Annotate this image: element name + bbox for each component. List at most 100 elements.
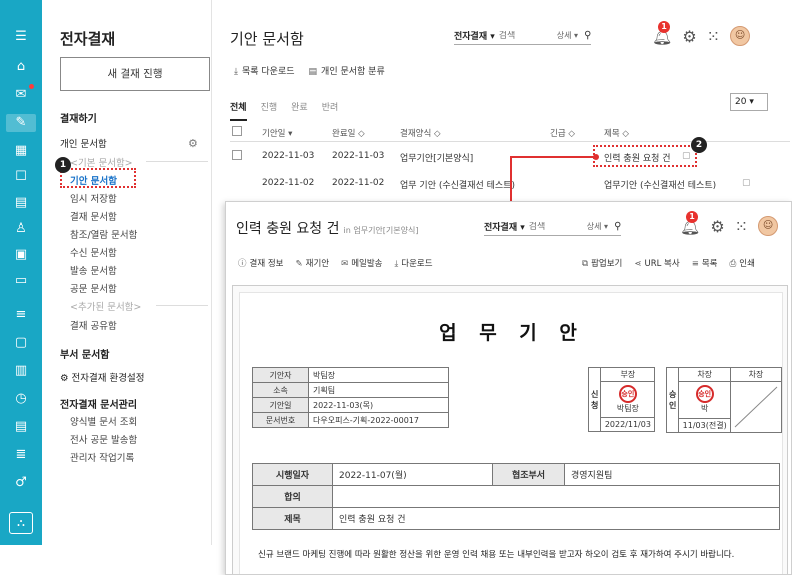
col-draft-date[interactable]: 기안일 ▾ — [262, 127, 292, 139]
row-draft-date: 2022-11-02 — [262, 178, 315, 188]
approval-icon[interactable]: ✎ — [6, 114, 36, 132]
tab-done[interactable]: 완료 — [291, 100, 308, 121]
print-icon: ⎙ — [729, 259, 737, 269]
exec-date-value: 2022-11-07(월) — [332, 463, 493, 486]
row-form: 업무기안[기본양식] — [400, 154, 474, 164]
sidebar-item-received-box[interactable]: 수신 문서함 — [70, 245, 117, 259]
calendar-small-icon[interactable]: ☐ — [11, 168, 31, 186]
classify-button[interactable]: ▤ 개인 문서함 분류 — [309, 64, 385, 77]
coop-dept-label: 협조부서 — [492, 463, 565, 486]
sidebar-item-form-search[interactable]: 양식별 문서 조회 — [70, 414, 137, 428]
col-urgent[interactable]: 긴급 ◇ — [550, 127, 575, 139]
doc-heading: 업 무 기 안 — [439, 322, 585, 344]
bell-icon[interactable]: 🔔︎ 1 — [652, 20, 672, 46]
group-added-label: <추가된 문서함> — [70, 302, 142, 313]
sidebar-item-official-box[interactable]: 공문 문서함 — [70, 281, 117, 295]
tab-all[interactable]: 전체 — [230, 100, 247, 121]
approve-role: 차장 — [730, 367, 782, 382]
contact-icon[interactable]: ♙ — [11, 220, 31, 238]
col-subject[interactable]: 제목 ◇ — [604, 127, 629, 139]
mail-icon: ✉ — [341, 259, 349, 269]
sidebar-item-reference-box[interactable]: 참조/열람 문서함 — [70, 227, 137, 241]
sidebar-item-temp-save[interactable]: 임시 저장함 — [70, 191, 117, 205]
select-all-checkbox[interactable] — [232, 126, 242, 136]
search-type-select[interactable]: 전자결재 ▾ — [484, 220, 529, 233]
approve-date: 11/03(전결) — [678, 417, 731, 434]
section-admin[interactable]: 전자결재 문서관리 — [60, 396, 137, 411]
sidebar-item-shared-box[interactable]: 결재 공유함 — [70, 318, 117, 332]
schedule-icon[interactable]: ▣ — [11, 246, 31, 264]
search-icon[interactable]: ⚲ — [584, 30, 591, 41]
share-icon: ⋖ — [634, 259, 642, 269]
report-icon[interactable]: ▥ — [11, 362, 31, 380]
col-done-date[interactable]: 완료일 ◇ — [332, 127, 365, 139]
print-button[interactable]: ⎙ 인쇄 — [729, 257, 754, 269]
copy-url-button[interactable]: ⋖ URL 복사 — [634, 257, 679, 269]
avatar[interactable]: ☺ — [730, 26, 751, 46]
subject-label: 제목 — [252, 507, 333, 530]
apply-name: 박팀장 — [616, 404, 639, 413]
approval-info-button[interactable]: ⓘ 결재 정보 — [238, 257, 284, 269]
preview-icon[interactable]: ▢ — [742, 178, 751, 188]
gear-icon[interactable]: ⚙ — [710, 217, 724, 236]
approve-stamp-table: 승 인 차장 차장 승인 박 11/03(전결) — [665, 367, 782, 434]
chat-icon[interactable]: ▢ — [11, 334, 31, 352]
send-mail-button[interactable]: ✉ 메일발송 — [341, 257, 382, 269]
empty-slot — [730, 381, 782, 433]
new-approval-button[interactable]: 새 결재 진행 — [60, 57, 210, 91]
section-personal[interactable]: 개인 문서함 — [60, 136, 107, 150]
board-icon[interactable]: ▦ — [11, 142, 31, 160]
approve-side-label: 승 인 — [665, 367, 680, 433]
download-list-button[interactable]: ⤓ 목록 다운로드 — [234, 64, 295, 77]
row-subject-link[interactable]: 업무기안 (수신결재선 테스트) — [604, 178, 716, 191]
redraft-button[interactable]: ✎ 재기안 — [296, 257, 330, 269]
info-value: 2022-11-03(목) — [308, 397, 449, 413]
sidebar-item-admin-log[interactable]: 관리자 작업기록 — [70, 450, 134, 464]
subject-value: 인력 충원 요청 건 — [332, 507, 780, 530]
search-input[interactable] — [528, 221, 581, 232]
home-icon[interactable]: ⌂ — [11, 58, 31, 76]
list-button[interactable]: ≡ 목록 — [692, 257, 718, 269]
approved-stamp: 승인 — [695, 385, 714, 404]
tab-progress[interactable]: 진행 — [261, 100, 278, 121]
apps-grid-icon[interactable]: ⁙ — [735, 217, 748, 236]
sidebar-item-sent-box[interactable]: 발송 문서함 — [70, 263, 117, 277]
avatar[interactable]: ☺ — [758, 216, 779, 236]
mail-icon[interactable]: ✉ — [11, 86, 31, 104]
search-type-select[interactable]: 전자결재 ▾ — [454, 29, 499, 42]
bell-icon[interactable]: 🔔︎ 1 — [680, 210, 700, 236]
search-input[interactable] — [498, 30, 551, 41]
gear-icon[interactable]: ⚙ — [188, 137, 198, 150]
search-detail-button[interactable]: 상세 ▾ — [551, 30, 584, 41]
col-form[interactable]: 결재양식 ◇ — [400, 127, 441, 139]
clock-icon[interactable]: ◷ — [11, 390, 31, 408]
search-bar: 전자결재 ▾ 상세 ▾ ⚲ — [484, 218, 622, 236]
page-size-select[interactable]: 20 ▾ — [730, 93, 768, 111]
gear-icon[interactable]: ⚙ — [682, 27, 696, 46]
sidebar-item-approval-box[interactable]: 결재 문서함 — [70, 209, 117, 223]
popup-view-button[interactable]: ⧉ 팝업보기 — [582, 257, 622, 269]
download-button[interactable]: ⤓ 다운로드 — [395, 257, 433, 269]
sidebar-item-company-official[interactable]: 전사 공문 발송함 — [70, 432, 137, 446]
apply-role: 부장 — [600, 367, 656, 382]
folder-icon[interactable]: ▭ — [11, 272, 31, 290]
empty-slot-slash — [734, 386, 778, 428]
stack-icon[interactable]: ≣ — [11, 446, 31, 464]
env-settings-link[interactable]: ⚙ 전자결재 환경설정 — [60, 370, 145, 384]
docs-icon[interactable]: ▤ — [11, 418, 31, 436]
row-done-date: 2022-11-02 — [332, 178, 385, 188]
connector-line — [510, 156, 596, 158]
apps-grid-icon[interactable]: ⁙ — [707, 27, 720, 46]
list-icon[interactable]: ▤ — [11, 194, 31, 212]
settings-icon[interactable]: ♂ — [11, 474, 31, 492]
approve-name: 박 — [701, 404, 709, 414]
tasks-icon[interactable]: ≡ — [11, 306, 31, 324]
search-icon[interactable]: ⚲ — [614, 221, 621, 232]
search-detail-button[interactable]: 상세 ▾ — [581, 221, 614, 232]
tab-rejected[interactable]: 반려 — [322, 100, 339, 121]
org-chart-icon[interactable]: ⛬ — [9, 512, 33, 534]
menu-icon[interactable]: ☰ — [11, 28, 31, 46]
section-do[interactable]: 결재하기 — [60, 110, 97, 125]
row-checkbox[interactable] — [232, 150, 242, 160]
section-dept[interactable]: 부서 문서함 — [60, 346, 109, 361]
